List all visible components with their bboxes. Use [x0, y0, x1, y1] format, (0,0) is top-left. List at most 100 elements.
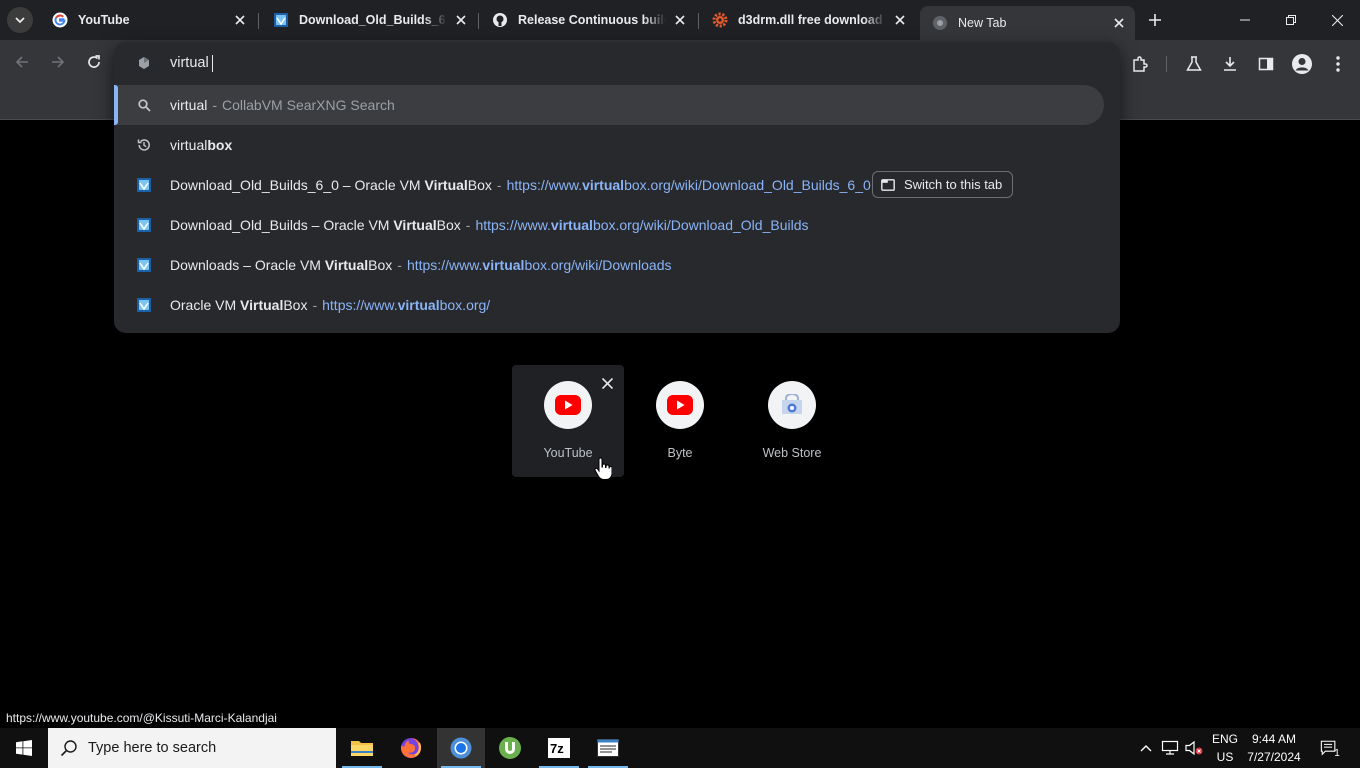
back-button[interactable]	[10, 50, 34, 74]
tab-d3drm-dll[interactable]: d3drm.dll free download | DLL‑files.com	[700, 6, 916, 34]
history-icon	[136, 137, 152, 153]
tab-strip: YouTube Download_Old_Builds_6_0 – Oracle…	[0, 0, 1360, 40]
shortcut-icon	[768, 381, 816, 429]
suggestion-url: https://www.virtualbox.org/wiki/Download…	[475, 217, 809, 233]
arrow-right-icon	[52, 56, 65, 68]
tab-new-tab[interactable]: New Tab	[920, 6, 1135, 40]
switch-to-tab-button[interactable]: Switch to this tab	[872, 171, 1014, 198]
reload-button[interactable]	[82, 50, 106, 74]
gear-icon	[712, 12, 728, 28]
close-icon[interactable]	[672, 12, 688, 28]
taskbar-firefox[interactable]	[387, 728, 435, 768]
shortcut-byte[interactable]: Byte	[624, 365, 736, 477]
omnibox-input[interactable]: virtual	[170, 53, 213, 73]
close-icon[interactable]	[1111, 15, 1127, 31]
avatar-icon	[1292, 54, 1312, 74]
shortcut-label: Byte	[667, 446, 693, 460]
suggestion-separator: -	[397, 257, 402, 273]
notification-count-badge: 1	[1334, 748, 1340, 759]
network-tray-button[interactable]	[1161, 739, 1179, 757]
7zip-icon: 7z	[547, 737, 571, 759]
suggestion-search[interactable]: virtual - CollabVM SearXNG Search	[114, 85, 1104, 125]
suggestion-bookmark[interactable]: Downloads – Oracle VM VirtualBox - https…	[114, 245, 1120, 285]
close-icon	[601, 377, 613, 389]
tab-separator	[698, 13, 699, 29]
remove-shortcut-button[interactable]	[598, 374, 616, 392]
reload-icon	[88, 55, 100, 68]
downloads-button[interactable]	[1218, 52, 1242, 76]
omnibox-popup: virtual virtual - CollabVM SearXNG Searc…	[114, 42, 1120, 333]
clock-time[interactable]: 9:44 AM	[1244, 732, 1304, 746]
folder-icon	[351, 741, 373, 756]
close-icon[interactable]	[453, 12, 469, 28]
taskbar-notepad[interactable]	[584, 728, 632, 768]
firefox-icon	[401, 737, 422, 758]
shortcut-label: Web Store	[762, 446, 822, 460]
extensions-button[interactable]	[1128, 52, 1152, 76]
forward-button[interactable]	[46, 50, 70, 74]
virtualbox-icon	[136, 297, 152, 313]
svg-text:7z: 7z	[550, 741, 564, 756]
youtube-icon	[667, 395, 693, 415]
windows-icon	[16, 740, 32, 756]
utorrent-icon	[499, 737, 521, 759]
suggestion-bookmark[interactable]: Oracle VM VirtualBox - https://www.virtu…	[114, 285, 1120, 325]
minimize-button[interactable]	[1222, 0, 1268, 40]
suggestion-match: virtual	[170, 97, 208, 113]
status-url-bubble: https://www.youtube.com/@Kissuti-Marci-K…	[0, 708, 283, 728]
hand-cursor-icon	[594, 457, 612, 480]
taskbar-search-box[interactable]: Type here to search	[48, 728, 336, 768]
language-indicator-bottom[interactable]: US	[1210, 750, 1240, 764]
text-caret	[211, 54, 213, 72]
tab-title: d3drm.dll free download | DLL‑files.com	[738, 13, 886, 27]
close-icon[interactable]	[232, 12, 248, 28]
chrome-icon	[450, 737, 472, 759]
suggestion-url: https://www.virtualbox.org/wiki/Download…	[406, 257, 672, 273]
plus-icon	[1149, 14, 1161, 26]
labs-button[interactable]	[1182, 52, 1206, 76]
tab-search-button[interactable]	[7, 7, 33, 33]
menu-button[interactable]	[1326, 52, 1350, 76]
taskbar-utorrent[interactable]	[486, 728, 534, 768]
new-tab-button[interactable]	[1143, 8, 1167, 32]
restore-button[interactable]	[1268, 0, 1314, 40]
network-icon	[1161, 740, 1179, 755]
side-panel-button[interactable]	[1254, 52, 1278, 76]
suggestion-bookmark[interactable]: Download_Old_Builds – Oracle VM VirtualB…	[114, 205, 1120, 245]
profile-button[interactable]	[1290, 52, 1314, 76]
taskbar-chrome[interactable]	[437, 728, 485, 768]
close-icon[interactable]	[892, 12, 908, 28]
tab-youtube[interactable]: YouTube	[40, 6, 256, 34]
suggestion-title: Download_Old_Builds_6_0 – Oracle VM Virt…	[170, 177, 492, 193]
tab-title: Release Continuous build · GitHub	[518, 13, 666, 27]
restore-icon	[1286, 15, 1296, 25]
suggestion-bookmark[interactable]: Download_Old_Builds_6_0 – Oracle VM Virt…	[114, 165, 1120, 205]
volume-tray-button[interactable]	[1185, 739, 1203, 757]
shortcut-web-store[interactable]: Web Store	[736, 365, 848, 477]
toolbar-separator	[1166, 56, 1167, 72]
suggestion-separator: -	[465, 217, 471, 233]
search-icon	[136, 97, 152, 113]
start-button[interactable]	[0, 728, 48, 768]
taskbar: Type here to search 7z ENG US 9:44 AM 7/…	[0, 728, 1360, 768]
tab-icon	[881, 178, 895, 191]
suggestion-history[interactable]: virtual box	[114, 125, 1120, 165]
clock-date[interactable]: 7/27/2024	[1244, 750, 1304, 764]
close-window-button[interactable]	[1314, 0, 1360, 40]
tab-release-continuous-build[interactable]: Release Continuous build · GitHub	[480, 6, 696, 34]
tab-download-old-builds[interactable]: Download_Old_Builds_6_0 – Oracle VM Virt…	[261, 6, 477, 34]
omnibox[interactable]: virtual	[114, 42, 1120, 84]
suggestion-separator: -	[212, 97, 218, 113]
virtualbox-icon	[273, 12, 289, 28]
suggestion-separator: -	[496, 177, 502, 193]
taskbar-7zip[interactable]: 7z	[535, 728, 583, 768]
tab-separator	[258, 13, 259, 29]
taskbar-file-explorer[interactable]	[338, 728, 386, 768]
puzzle-icon	[1133, 56, 1148, 72]
virtualbox-icon	[136, 257, 152, 273]
switch-to-tab-label: Switch to this tab	[904, 177, 1003, 192]
show-hidden-icons-button[interactable]	[1137, 739, 1155, 757]
google-g-icon	[52, 12, 68, 28]
language-indicator-top[interactable]: ENG	[1210, 732, 1240, 746]
chrome-icon	[932, 15, 948, 31]
